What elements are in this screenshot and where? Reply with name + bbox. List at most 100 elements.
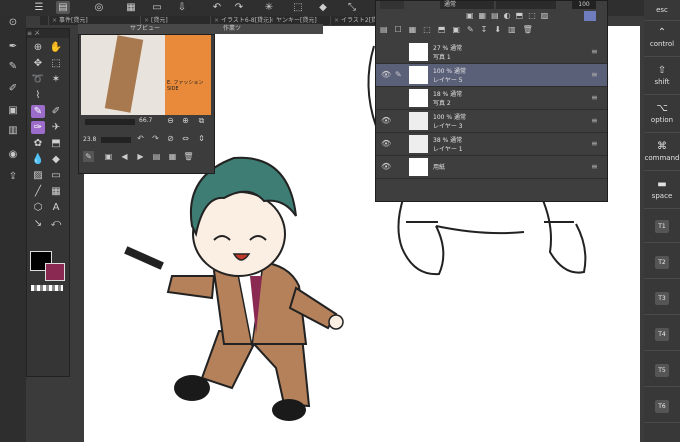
layer-row[interactable]: 👁 100 % 通常 レイヤー 3 ≡ xyxy=(376,110,607,133)
import-icon[interactable]: ▤ xyxy=(151,151,162,162)
eye-icon[interactable]: 👁 xyxy=(381,162,391,172)
correction-icon[interactable]: ↘ xyxy=(31,217,45,230)
layer-property-icons[interactable]: ▣▦▤◐⬒⬚▨ xyxy=(466,11,553,20)
t1-key[interactable]: T1 xyxy=(644,212,680,243)
reset-rotate-icon[interactable]: ⊘ xyxy=(165,133,176,144)
delete-image-icon[interactable]: 🗑 xyxy=(183,151,194,162)
frame-icon[interactable]: ╱ xyxy=(31,185,45,198)
layer-row[interactable]: 18 % 通常 写真 2 ≡ xyxy=(376,87,607,110)
menu-icon[interactable]: ☰ xyxy=(32,1,46,14)
layer-settings-icon[interactable]: ▣ xyxy=(5,104,21,118)
zoom-slider[interactable] xyxy=(85,119,135,125)
space-key[interactable]: ▬ space xyxy=(644,174,680,209)
figure-icon[interactable]: ▭ xyxy=(49,169,63,182)
lasso-icon[interactable]: ➰ xyxy=(31,73,45,86)
rotate-left-icon[interactable]: ↶ xyxy=(135,133,146,144)
transform-icon[interactable]: ⤡ xyxy=(345,1,359,14)
fit-icon[interactable]: ⧉ xyxy=(196,115,207,126)
layer-row[interactable]: 👁 用紙 ≡ xyxy=(376,156,607,179)
move-icon[interactable]: ✥ xyxy=(31,57,45,70)
redo-icon[interactable]: ↷ xyxy=(232,1,246,14)
t4-key[interactable]: T4 xyxy=(644,320,680,351)
camera-icon[interactable]: ◎ xyxy=(92,1,106,14)
hand-icon[interactable]: ✋ xyxy=(49,41,63,54)
fill-tool-icon[interactable]: ◆ xyxy=(49,153,63,166)
layer-view-toggle[interactable] xyxy=(380,1,404,9)
control-key[interactable]: ⌃ control xyxy=(644,22,680,57)
blend-icon[interactable]: 💧 xyxy=(31,153,45,166)
folder-icon[interactable]: ▭ xyxy=(150,1,164,14)
undo-icon[interactable]: ↶ xyxy=(210,1,224,14)
angle-slider[interactable] xyxy=(101,137,131,143)
drag-handle-icon[interactable]: ≡ xyxy=(591,93,598,102)
eye-icon[interactable]: 👁 xyxy=(381,139,391,149)
clear-icon[interactable]: ✳ xyxy=(262,1,276,14)
t3-key[interactable]: T3 xyxy=(644,284,680,315)
layer-view-icon[interactable]: ▤ xyxy=(56,1,70,14)
layer-action-icons[interactable]: ▤☐▦⬚⬒▣✎↧⬇▥🗑 xyxy=(380,25,540,34)
eye-icon[interactable]: 👁 xyxy=(381,116,391,126)
text-icon[interactable]: A xyxy=(49,201,63,214)
t2-key[interactable]: T2 xyxy=(644,248,680,279)
gallery-icon[interactable]: ▦ xyxy=(167,151,178,162)
navigator-icon[interactable]: ◉ xyxy=(5,148,21,162)
reference-layer-icon[interactable] xyxy=(584,11,596,21)
pencil-tool-icon[interactable]: ✐ xyxy=(49,105,63,118)
magic-wand-icon[interactable]: ✶ xyxy=(49,73,63,86)
layer-row[interactable]: 👁 38 % 通常 レイヤー 1 ≡ xyxy=(376,133,607,156)
layer-row[interactable]: 27 % 通常 写真 1 ≡ xyxy=(376,41,607,64)
zoom-in-icon[interactable]: ⊕ xyxy=(180,115,191,126)
drag-handle-icon[interactable]: ≡ xyxy=(591,70,598,79)
selection-icon[interactable]: ⬚ xyxy=(291,1,305,14)
gradient-icon[interactable]: ▨ xyxy=(31,169,45,182)
drag-handle-icon[interactable]: ≡ xyxy=(591,116,598,125)
flip-icon[interactable]: ⇔ xyxy=(180,133,191,144)
transparent-color-swatch[interactable] xyxy=(31,285,63,291)
zoom-out-icon[interactable]: ⊖ xyxy=(165,115,176,126)
pen-icon[interactable]: ✒ xyxy=(5,40,21,54)
drag-handle-icon[interactable]: ≡ xyxy=(591,139,598,148)
subview-titlebar[interactable]: サブビュー 作業ツ xyxy=(78,24,323,34)
zoom-icon[interactable]: ⊕ xyxy=(31,41,45,54)
selection-tool-icon[interactable]: ⬚ xyxy=(49,57,63,70)
flip-vertical-icon[interactable]: ⇕ xyxy=(196,133,207,144)
eraser-icon[interactable]: ⬒ xyxy=(49,137,63,150)
shift-key[interactable]: ⇧ shift xyxy=(644,60,680,95)
tool-panel-header[interactable]: ≡ メ xyxy=(27,29,69,38)
command-key[interactable]: ⌘ command xyxy=(644,136,680,171)
export-icon[interactable]: ⇪ xyxy=(5,170,21,184)
brush-icon[interactable]: ✎ xyxy=(5,60,21,74)
opacity-value[interactable]: 100 xyxy=(572,1,596,9)
t5-key[interactable]: T5 xyxy=(644,356,680,387)
material-icon[interactable]: ▥ xyxy=(5,124,21,138)
rotate-right-icon[interactable]: ↷ xyxy=(150,133,161,144)
opacity-slider[interactable] xyxy=(496,1,556,9)
pen-tool-icon[interactable]: ✎ xyxy=(31,105,45,118)
save-icon[interactable]: ⇩ xyxy=(175,1,189,14)
image-icon[interactable]: ▣ xyxy=(103,151,114,162)
sub-color-swatch[interactable] xyxy=(45,263,65,281)
text-balloon-icon[interactable]: ⬡ xyxy=(31,201,45,214)
eyedropper-subview-icon[interactable]: ✎ xyxy=(83,151,94,162)
ruler-icon[interactable]: ▦ xyxy=(49,185,63,198)
airbrush-icon[interactable]: ✈ xyxy=(49,121,63,134)
drag-handle-icon[interactable]: ≡ xyxy=(591,162,598,171)
eyedropper-icon[interactable]: ⌇ xyxy=(31,89,45,102)
grid-icon[interactable]: ▦ xyxy=(124,1,138,14)
option-key[interactable]: ⌥ option xyxy=(644,98,680,133)
operation-icon[interactable]: ⤺ xyxy=(49,217,63,230)
layer-row-selected[interactable]: 👁 ✎ 100 % 通常 レイヤー 5 ≡ xyxy=(376,64,607,87)
pencil-icon[interactable]: ✐ xyxy=(5,82,21,96)
drag-handle-icon[interactable]: ≡ xyxy=(591,47,598,56)
blend-mode-select[interactable]: 通常 xyxy=(440,1,494,9)
reference-photo[interactable]: E. ファッション SIDE xyxy=(81,35,211,115)
fill-icon[interactable]: ◆ xyxy=(316,1,330,14)
brush-tool-icon[interactable]: ✑ xyxy=(31,121,45,134)
search-icon[interactable]: ⊙ xyxy=(5,16,21,30)
previous-image-icon[interactable]: ◀ xyxy=(119,151,130,162)
decoration-icon[interactable]: ✿ xyxy=(31,137,45,150)
esc-key[interactable]: esc xyxy=(644,0,680,21)
t6-key[interactable]: T6 xyxy=(644,392,680,423)
eye-icon[interactable]: 👁 xyxy=(381,70,391,80)
next-image-icon[interactable]: ▶ xyxy=(135,151,146,162)
